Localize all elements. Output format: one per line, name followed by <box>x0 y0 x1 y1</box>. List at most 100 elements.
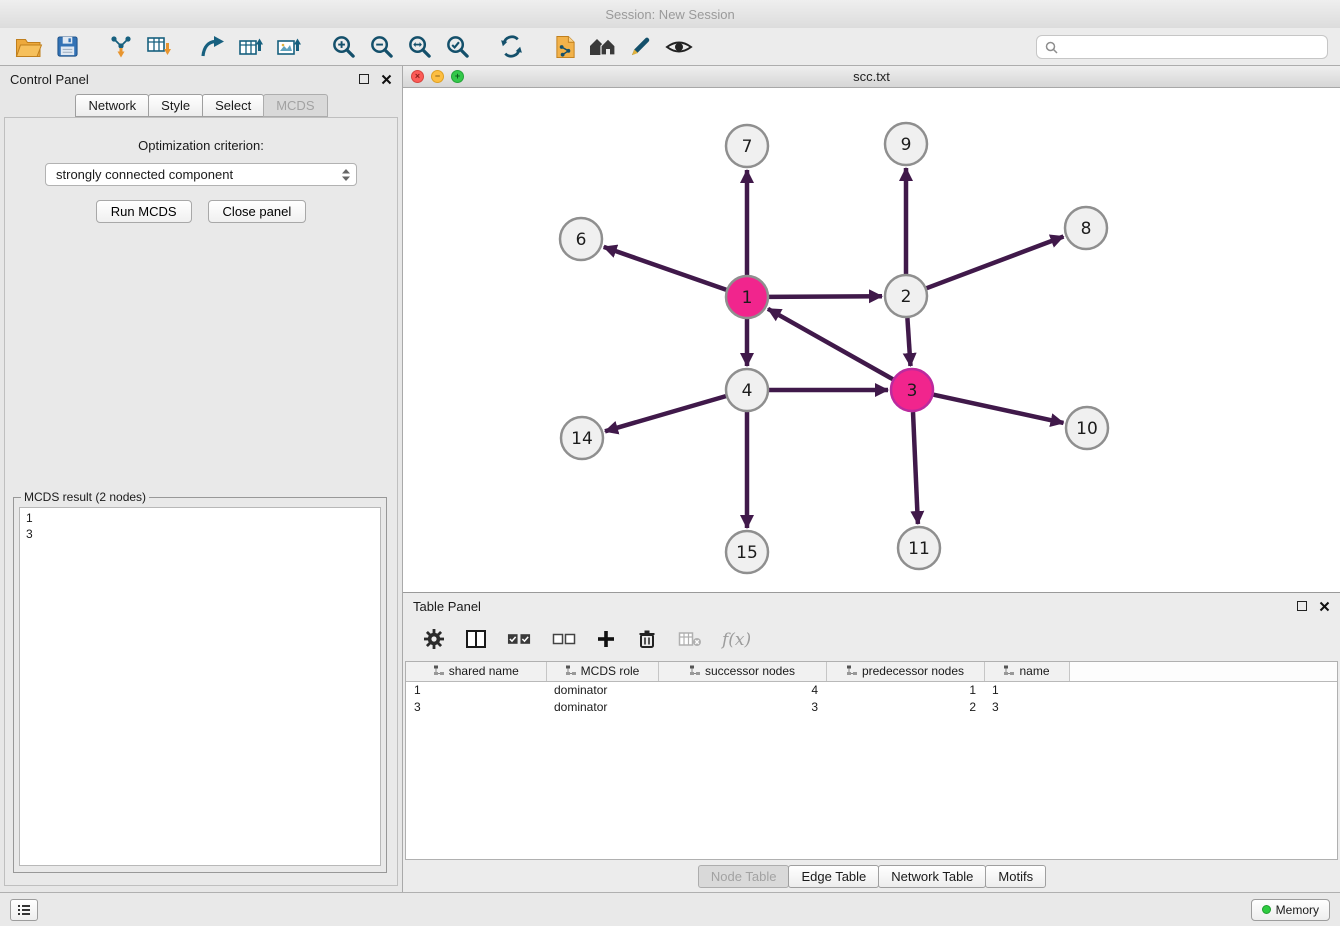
table-cell[interactable]: 3 <box>406 698 546 715</box>
float-panel-icon[interactable] <box>359 74 369 84</box>
memory-label: Memory <box>1276 903 1319 917</box>
window-titlebar: Session: New Session <box>0 0 1340 28</box>
close-panel-button[interactable]: Close panel <box>208 200 307 223</box>
graph-node-label: 6 <box>576 230 587 250</box>
network-window-title: scc.txt <box>403 69 1340 84</box>
graph-edge-2-8[interactable] <box>927 237 1064 289</box>
add-column-button[interactable] <box>596 629 616 652</box>
table-cell[interactable]: 1 <box>406 681 546 698</box>
tab-style[interactable]: Style <box>148 94 203 117</box>
graph-edge-2-3[interactable] <box>907 318 910 366</box>
apply-style-button[interactable] <box>622 31 660 63</box>
table-cell[interactable]: dominator <box>546 681 658 698</box>
table-cell[interactable]: 1 <box>984 681 1069 698</box>
deselect-all-button[interactable] <box>552 630 576 651</box>
close-table-panel-icon[interactable] <box>1319 601 1330 612</box>
float-table-panel-icon[interactable] <box>1297 601 1307 611</box>
import-table-button[interactable] <box>140 31 178 63</box>
graph-node-10[interactable]: 10 <box>1066 407 1108 449</box>
table-cell[interactable]: 4 <box>658 681 826 698</box>
graph-edge-3-10[interactable] <box>934 395 1064 423</box>
export-image-button[interactable] <box>270 31 308 63</box>
tab-mcds[interactable]: MCDS <box>263 94 327 117</box>
zoom-fit-button[interactable] <box>400 31 438 63</box>
graph-node-1[interactable]: 1 <box>726 276 768 318</box>
tab-edge-table[interactable]: Edge Table <box>788 865 879 888</box>
delete-button[interactable] <box>636 628 658 653</box>
run-mcds-button[interactable]: Run MCDS <box>96 200 192 223</box>
table-cell-filler <box>1069 698 1337 715</box>
graph-edge-3-11[interactable] <box>913 412 918 524</box>
graph-edge-1-2[interactable] <box>769 296 882 297</box>
open-file-button[interactable] <box>10 31 48 63</box>
minimize-window-icon[interactable]: − <box>431 70 444 83</box>
network-graph-svg: 7 9 6 8 1 2 4 3 14 10 15 11 <box>403 88 1339 592</box>
graph-edge-1-6[interactable] <box>604 247 727 290</box>
graph-node-9[interactable]: 9 <box>885 123 927 165</box>
first-neighbors-button[interactable] <box>584 31 622 63</box>
import-network-button[interactable] <box>102 31 140 63</box>
graph-edge-3-1[interactable] <box>768 309 893 379</box>
save-session-button[interactable] <box>48 31 86 63</box>
graph-edge-4-14[interactable] <box>605 396 726 431</box>
column-header-predecessor-nodes[interactable]: predecessor nodes <box>826 662 984 681</box>
table-cell[interactable]: dominator <box>546 698 658 715</box>
export-network-button[interactable] <box>194 31 232 63</box>
mcds-result-list[interactable]: 13 <box>19 507 381 866</box>
delete-column-button[interactable] <box>678 629 702 652</box>
search-input[interactable] <box>1063 40 1319 54</box>
show-panels-button[interactable] <box>10 899 38 921</box>
select-all-icon <box>507 630 532 648</box>
search-field[interactable] <box>1036 35 1328 59</box>
table-cell[interactable]: 1 <box>826 681 984 698</box>
graph-node-14[interactable]: 14 <box>561 417 603 459</box>
close-window-icon[interactable]: × <box>411 70 424 83</box>
table-settings-button[interactable] <box>423 628 445 653</box>
network-canvas[interactable]: 7 9 6 8 1 2 4 3 14 10 15 11 <box>403 88 1340 592</box>
zoom-out-button[interactable] <box>362 31 400 63</box>
graph-node-7[interactable]: 7 <box>726 125 768 167</box>
function-builder-button[interactable]: f(x) <box>722 630 751 650</box>
graph-node-15[interactable]: 15 <box>726 531 768 573</box>
graph-node-2[interactable]: 2 <box>885 275 927 317</box>
table-row[interactable]: 1dominator411 <box>406 681 1337 698</box>
eye-icon <box>665 37 693 57</box>
network-file-button[interactable] <box>546 31 584 63</box>
first-neighbors-houses-icon <box>588 36 618 58</box>
maximize-window-icon[interactable]: + <box>451 70 464 83</box>
column-header-successor-nodes[interactable]: successor nodes <box>658 662 826 681</box>
table-cell[interactable]: 3 <box>984 698 1069 715</box>
tab-network[interactable]: Network <box>75 94 149 117</box>
graph-node-11[interactable]: 11 <box>898 527 940 569</box>
export-table-button[interactable] <box>232 31 270 63</box>
graph-node-label: 10 <box>1076 419 1098 439</box>
column-header-mcds-role[interactable]: MCDS role <box>546 662 658 681</box>
graph-node-label: 4 <box>742 381 753 401</box>
column-sort-icon <box>689 665 701 676</box>
column-header-name[interactable]: name <box>984 662 1069 681</box>
tab-node-table[interactable]: Node Table <box>698 865 790 888</box>
show-columns-button[interactable] <box>465 628 487 653</box>
tab-network-table[interactable]: Network Table <box>878 865 986 888</box>
tab-motifs[interactable]: Motifs <box>985 865 1046 888</box>
close-panel-icon[interactable] <box>381 74 392 85</box>
select-all-button[interactable] <box>507 630 532 651</box>
zoom-in-button[interactable] <box>324 31 362 63</box>
table-cell[interactable]: 3 <box>658 698 826 715</box>
graph-node-6[interactable]: 6 <box>560 218 602 260</box>
graph-node-3[interactable]: 3 <box>891 369 933 411</box>
table-row[interactable]: 3dominator323 <box>406 698 1337 715</box>
apply-layout-button[interactable] <box>492 31 530 63</box>
zoom-selected-button[interactable] <box>438 31 476 63</box>
graph-node-8[interactable]: 8 <box>1065 207 1107 249</box>
show-hide-graphics-button[interactable] <box>660 31 698 63</box>
dropdown-stepper-icon <box>340 167 352 183</box>
optimization-label: Optimization criterion: <box>5 138 397 153</box>
memory-button[interactable]: Memory <box>1251 899 1330 921</box>
tab-select[interactable]: Select <box>202 94 264 117</box>
optimization-dropdown[interactable]: strongly connected component <box>45 163 357 186</box>
column-header-shared-name[interactable]: shared name <box>406 662 546 681</box>
graph-node-label: 9 <box>901 135 912 155</box>
table-cell[interactable]: 2 <box>826 698 984 715</box>
graph-node-4[interactable]: 4 <box>726 369 768 411</box>
